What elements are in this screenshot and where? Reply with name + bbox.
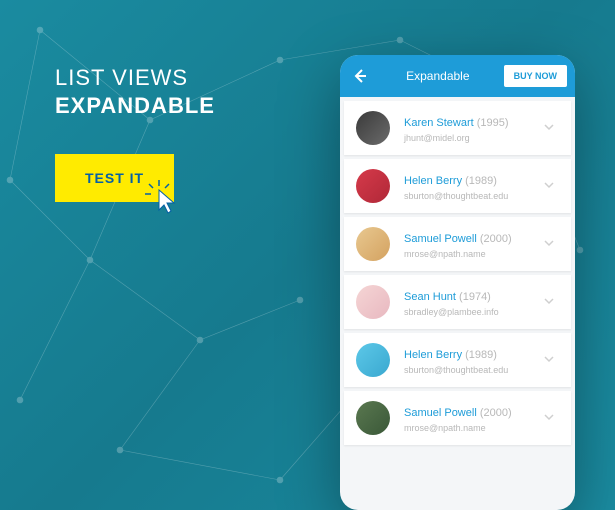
contact-name: Karen Stewart bbox=[404, 117, 477, 129]
chevron-down-icon[interactable] bbox=[543, 411, 559, 426]
chevron-down-icon[interactable] bbox=[543, 121, 559, 136]
back-arrow-icon[interactable] bbox=[348, 64, 372, 88]
item-text: Helen Berry (1989) sburton@thoughtbeat.ed… bbox=[404, 345, 543, 375]
item-text: Helen Berry (1989) sburton@thoughtbeat.ed… bbox=[404, 171, 543, 201]
list-item[interactable]: Samuel Powell (2000) mrose@npath.name bbox=[344, 391, 571, 445]
list-item[interactable]: Sean Hunt (1974) sbradley@plambee.info bbox=[344, 275, 571, 329]
avatar bbox=[356, 285, 390, 319]
chevron-down-icon[interactable] bbox=[543, 353, 559, 368]
contact-year: (1989) bbox=[465, 175, 497, 187]
cursor-icon bbox=[145, 180, 181, 216]
promo-title-line1: LIST VIEWS bbox=[55, 65, 215, 91]
contact-year: (1974) bbox=[459, 291, 491, 303]
contact-email: sburton@thoughtbeat.edu bbox=[404, 365, 543, 375]
contact-year: (2000) bbox=[480, 407, 512, 419]
item-text: Sean Hunt (1974) sbradley@plambee.info bbox=[404, 287, 543, 317]
contact-year: (1995) bbox=[477, 117, 509, 129]
contact-name: Sean Hunt bbox=[404, 291, 459, 303]
avatar bbox=[356, 343, 390, 377]
list-item[interactable]: Samuel Powell (2000) mrose@npath.name bbox=[344, 217, 571, 271]
contact-name: Samuel Powell bbox=[404, 233, 480, 245]
chevron-down-icon[interactable] bbox=[543, 179, 559, 194]
contact-email: mrose@npath.name bbox=[404, 423, 543, 433]
contact-name: Samuel Powell bbox=[404, 407, 480, 419]
list-item[interactable]: Helen Berry (1989) sburton@thoughtbeat.ed… bbox=[344, 333, 571, 387]
item-text: Samuel Powell (2000) mrose@npath.name bbox=[404, 403, 543, 433]
list-item[interactable]: Karen Stewart (1995) jhunt@midel.org bbox=[344, 101, 571, 155]
chevron-down-icon[interactable] bbox=[543, 295, 559, 310]
contact-email: mrose@npath.name bbox=[404, 249, 543, 259]
contact-year: (2000) bbox=[480, 233, 512, 245]
phone-mockup: Expandable BUY NOW Karen Stewart (1995) j… bbox=[340, 55, 575, 510]
avatar bbox=[356, 227, 390, 261]
buy-now-button[interactable]: BUY NOW bbox=[504, 65, 567, 87]
chevron-down-icon[interactable] bbox=[543, 237, 559, 252]
contact-email: sburton@thoughtbeat.edu bbox=[404, 191, 543, 201]
app-header-title: Expandable bbox=[372, 69, 504, 83]
contact-email: sbradley@plambee.info bbox=[404, 307, 543, 317]
promo-title-line2: EXPANDABLE bbox=[55, 93, 215, 119]
app-header: Expandable BUY NOW bbox=[340, 55, 575, 97]
item-text: Samuel Powell (2000) mrose@npath.name bbox=[404, 229, 543, 259]
avatar bbox=[356, 401, 390, 435]
list-item[interactable]: Helen Berry (1989) sburton@thoughtbeat.ed… bbox=[344, 159, 571, 213]
avatar bbox=[356, 169, 390, 203]
contact-list: Karen Stewart (1995) jhunt@midel.org Helen… bbox=[340, 101, 575, 445]
item-text: Karen Stewart (1995) jhunt@midel.org bbox=[404, 113, 543, 143]
contact-name: Helen Berry bbox=[404, 349, 465, 361]
contact-email: jhunt@midel.org bbox=[404, 133, 543, 143]
avatar bbox=[356, 111, 390, 145]
contact-year: (1989) bbox=[465, 349, 497, 361]
contact-name: Helen Berry bbox=[404, 175, 465, 187]
